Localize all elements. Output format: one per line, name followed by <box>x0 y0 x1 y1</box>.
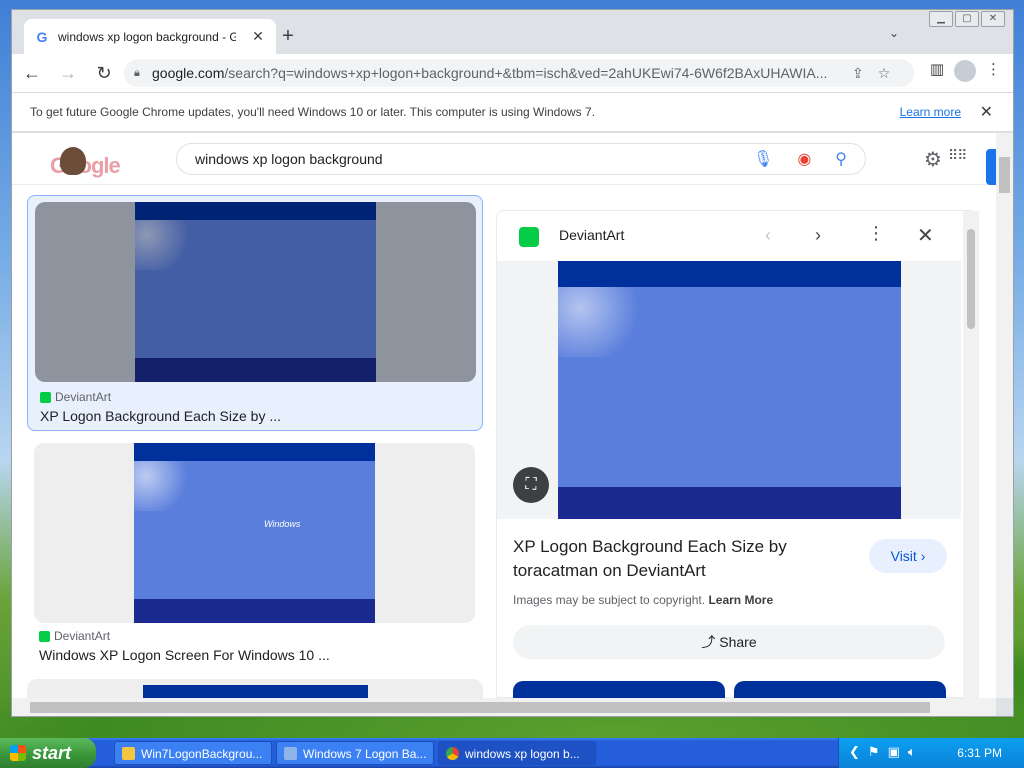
deviantart-icon <box>39 630 50 642</box>
search-results-page: Google windows xp logon background 🎙︎ ◉ … <box>12 133 996 698</box>
window-controls: ▁ ▢ ✕ <box>929 11 1005 27</box>
preview-image[interactable]: ⛶ <box>497 261 961 519</box>
url-text: google.com/search?q=windows+xp+logon+bac… <box>152 65 842 81</box>
tab-close-icon[interactable]: ✕ <box>250 28 266 45</box>
windows-flag-icon <box>10 745 26 761</box>
tray-network-icon[interactable]: ▣ <box>888 744 900 760</box>
deviantart-icon <box>40 391 51 403</box>
start-button[interactable]: start <box>0 738 96 768</box>
next-image-icon[interactable]: › <box>815 225 821 246</box>
menu-kebab-icon[interactable]: ⋮ <box>986 60 1001 82</box>
tab-google-search[interactable]: G windows xp logon background - Goo ✕ <box>24 19 276 54</box>
chrome-window: G windows xp logon background - Goo ✕ + … <box>11 9 1014 717</box>
url-path: /search?q=windows+xp+logon+background+&t… <box>224 65 828 81</box>
result-source[interactable]: DeviantArt <box>39 629 110 643</box>
bookmark-star-icon[interactable]: ☆ <box>878 65 891 82</box>
reload-button[interactable]: ↻ <box>88 57 120 89</box>
forward-button[interactable]: → <box>52 57 84 89</box>
system-tray: ❮ ⚑ ▣ 🔈︎ 6:31 PM <box>838 738 1024 768</box>
apps-grid-icon[interactable]: ⠿⠿ <box>948 147 967 172</box>
search-icon[interactable]: ⚲ <box>835 149 847 169</box>
result-thumbnail[interactable]: Windows <box>34 443 475 623</box>
share-page-icon[interactable]: ⇪ <box>852 65 864 82</box>
more-options-icon[interactable]: ⋮ <box>867 223 885 244</box>
result-title[interactable]: XP Logon Background Each Size by ... <box>40 408 281 424</box>
google-favicon-icon: G <box>36 28 48 45</box>
visit-button[interactable]: Visit › <box>869 539 947 573</box>
preview-source[interactable]: DeviantArt <box>559 227 624 243</box>
related-image-1[interactable] <box>513 681 725 698</box>
microphone-icon[interactable]: 🎙︎ <box>753 149 773 169</box>
side-panel-icon[interactable]: ▥ <box>930 60 944 82</box>
page-vertical-scrollbar[interactable] <box>996 133 1013 698</box>
tab-title: windows xp logon background - Goo <box>58 29 236 44</box>
address-bar[interactable]: 🔒︎ google.com/search?q=windows+xp+logon+… <box>124 59 914 87</box>
infobar-learn-more-link[interactable]: Learn more <box>900 105 961 119</box>
preview-title[interactable]: XP Logon Background Each Size by toracat… <box>513 535 833 583</box>
folder-icon <box>122 747 135 760</box>
previous-image-icon[interactable]: ‹ <box>765 225 771 246</box>
image-preview-panel: DeviantArt ‹ › ⋮ ✕ ⛶ XP Logon Background… <box>496 210 979 698</box>
close-preview-icon[interactable]: ✕ <box>917 223 934 248</box>
update-infobar: To get future Google Chrome updates, you… <box>12 92 1013 132</box>
tab-search-chevron-icon[interactable]: ⌄ <box>884 26 904 46</box>
windows-taskbar: start Win7LogonBackgrou... Windows 7 Log… <box>0 738 1024 768</box>
copyright-learn-more-link[interactable]: Learn More <box>708 593 773 607</box>
deviantart-logo-icon <box>519 227 539 247</box>
close-window-button[interactable]: ✕ <box>981 11 1005 27</box>
tray-flag-icon[interactable]: ⚑ <box>868 744 880 760</box>
share-button[interactable]: ⤴ Share <box>513 625 945 659</box>
result-thumbnail[interactable] <box>35 202 476 382</box>
image-result-1[interactable]: DeviantArt XP Logon Background Each Size… <box>27 195 483 431</box>
app-icon <box>284 747 297 760</box>
infobar-message: To get future Google Chrome updates, you… <box>30 105 596 119</box>
doodle-portrait <box>60 147 86 175</box>
taskbar-item-logon-app[interactable]: Windows 7 Logon Ba... <box>276 741 434 765</box>
preview-header: DeviantArt ‹ › ⋮ ✕ <box>497 211 977 261</box>
profile-avatar-icon[interactable] <box>954 60 976 82</box>
lock-icon[interactable]: 🔒︎ <box>134 67 152 80</box>
result-source[interactable]: DeviantArt <box>40 390 111 404</box>
clock[interactable]: 6:31 PM <box>957 746 1002 760</box>
new-tab-button[interactable]: + <box>276 24 300 48</box>
taskbar-item-chrome[interactable]: windows xp logon b... <box>438 741 596 765</box>
tray-arrow-icon[interactable]: ❮ <box>849 744 860 760</box>
back-button[interactable]: ← <box>16 57 48 89</box>
taskbar-item-explorer[interactable]: Win7LogonBackgrou... <box>114 741 272 765</box>
maximize-button[interactable]: ▢ <box>955 11 979 27</box>
related-image-2[interactable] <box>734 681 946 698</box>
results-header: Google windows xp logon background 🎙︎ ◉ … <box>12 133 996 185</box>
windows-logo-text: Windows <box>264 519 301 529</box>
image-result-2[interactable]: Windows DeviantArt Windows XP Logon Scre… <box>27 437 483 667</box>
tab-strip: G windows xp logon background - Goo ✕ + … <box>12 10 1013 54</box>
browser-toolbar: ← → ↻ 🔒︎ google.com/search?q=windows+xp+… <box>12 54 1013 92</box>
sign-in-button[interactable] <box>986 149 996 185</box>
result-title[interactable]: Windows XP Logon Screen For Windows 10 .… <box>39 647 330 663</box>
infobar-close-icon[interactable]: ✕ <box>980 102 993 122</box>
search-with-lens-icon[interactable]: ⛶ <box>513 467 549 503</box>
minimize-button[interactable]: ▁ <box>929 11 953 27</box>
image-result-3[interactable] <box>27 679 483 698</box>
url-host: google.com <box>152 65 225 81</box>
preview-scrollbar[interactable] <box>963 211 979 698</box>
chrome-icon <box>446 747 459 760</box>
search-input[interactable]: windows xp logon background 🎙︎ ◉ ⚲ <box>176 143 866 175</box>
tray-volume-icon[interactable]: 🔈︎ <box>908 744 916 760</box>
copyright-notice: Images may be subject to copyright. Lear… <box>513 593 774 607</box>
page-horizontal-scrollbar[interactable] <box>12 698 996 716</box>
search-query: windows xp logon background <box>195 151 383 167</box>
google-doodle-logo[interactable]: Google <box>50 145 122 178</box>
settings-gear-icon[interactable]: ⚙ <box>924 147 942 172</box>
google-lens-icon[interactable]: ◉ <box>797 149 811 169</box>
